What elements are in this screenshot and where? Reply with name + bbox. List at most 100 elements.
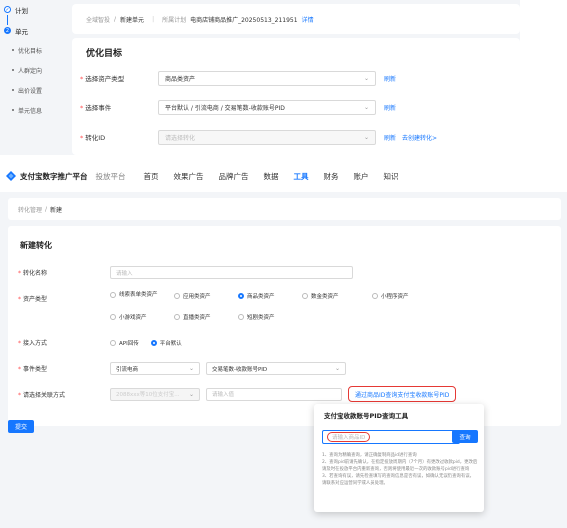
- crumb-all-domain[interactable]: 全域智投: [86, 15, 110, 24]
- substep-list: 优化目标 人群定向 出价设置 单元信息: [4, 40, 64, 120]
- substep-optimization[interactable]: 优化目标: [4, 40, 64, 60]
- substep-bidding[interactable]: 出价设置: [4, 80, 64, 100]
- nav-performance-ads[interactable]: 效果广告: [174, 171, 204, 182]
- conversion-id-label: * 转化ID: [80, 134, 106, 142]
- top-nav: 支付宝数字推广平台 投放平台 首页 效果广告 品牌广告 数据 工具 财务 账户 …: [0, 160, 567, 192]
- nav-knowledge[interactable]: 知识: [384, 171, 399, 182]
- note-1: 1、查询为精确查询，请正确复制商品id进行查询: [322, 453, 417, 458]
- radio-circle: [110, 339, 116, 346]
- conversion-id-row: * 转化ID 请选择转化 ⌄ 刷新 去创建转化>: [80, 129, 437, 145]
- conversion-id-select[interactable]: 请选择转化 ⌄: [158, 129, 376, 145]
- related-value-input[interactable]: 请输入值: [206, 387, 342, 401]
- query-button[interactable]: 查询: [452, 430, 478, 443]
- event-metric-select[interactable]: 交易笔数-收款账号PID ⌄: [206, 362, 346, 375]
- radio-circle: [238, 293, 244, 299]
- radio-api[interactable]: API回传: [110, 339, 139, 347]
- radio-circle: [238, 314, 244, 320]
- radio-lead-form[interactable]: 线索表单类资产: [110, 292, 162, 299]
- radio-circle: [110, 314, 116, 320]
- event-row: * 选择事件 平台默认 / 引流电商 / 交易笔数-收款账号PID ⌄ 刷新: [80, 99, 396, 115]
- radio-live[interactable]: 直播类资产: [174, 313, 226, 321]
- breadcrumb: 转化管理 / 新建: [8, 198, 561, 220]
- plan-info-bar: 全域智投 / 新建单元 | 所属计划 电商店铺商品推广_20250513_211…: [72, 4, 520, 34]
- event-select[interactable]: 平台默认 / 引流电商 / 交易笔数-收款账号PID ⌄: [158, 99, 376, 115]
- related-method-select[interactable]: 2088xxx等10位支付宝... ⌄: [110, 387, 200, 401]
- query-pid-link[interactable]: 通过商品ID查询支付宝收款账号PID: [348, 386, 457, 402]
- conversion-name-input[interactable]: 请输入: [110, 266, 353, 279]
- radio-circle: [174, 293, 180, 299]
- chevron-down-icon: ⌄: [363, 74, 369, 82]
- refresh-link[interactable]: 刷新: [384, 103, 396, 112]
- submit-button[interactable]: 提交: [8, 420, 34, 433]
- plan-label: 所属计划: [162, 16, 187, 24]
- form-title: 新建转化: [20, 241, 52, 250]
- radio-short-drama[interactable]: 短剧类资产: [238, 313, 275, 321]
- chevron-down-icon: ⌄: [334, 365, 340, 372]
- step-unit[interactable]: 2 单元: [4, 25, 64, 36]
- pid-query-popover: 支付宝收款账号PID查询工具 请输入商品ID 查询 1、查询为精确查询，请正确复…: [314, 404, 484, 512]
- nav-home[interactable]: 首页: [144, 171, 159, 182]
- substep-label: 人群定向: [18, 67, 43, 75]
- asset-type-select[interactable]: 商品类资产 ⌄: [158, 70, 376, 86]
- crumb-new-unit: 新建单元: [120, 16, 145, 24]
- nav-finance[interactable]: 财务: [324, 171, 339, 182]
- breadcrumb-separator: /: [45, 205, 48, 213]
- crumb-separator: /: [114, 15, 117, 23]
- asset-type-radio-group: 线索表单类资产 应用类资产 商品类资产 数金类资产 小程序资产 小游戏资产 直播…: [110, 292, 440, 321]
- breadcrumb-current: 新建: [50, 206, 63, 214]
- event-type-label: * 事件类型: [18, 366, 48, 373]
- radio-mini-program[interactable]: 小程序资产: [372, 292, 409, 300]
- bullet-icon: [12, 69, 14, 71]
- optimization-card: 优化目标 * 选择资产类型 商品类资产 ⌄ 刷新 * 选择事件 平台默认 / 引流电商…: [72, 38, 520, 155]
- nav-data[interactable]: 数据: [264, 171, 279, 182]
- step-plan[interactable]: ✓ 计划: [4, 4, 64, 15]
- new-conversion-form: 新建转化 * 转化名称 请输入 * 资产类型 线索表单类资产 应用类资产 商品类资产…: [8, 226, 561, 426]
- product-id-input[interactable]: 请输入商品ID: [322, 430, 460, 444]
- chevron-down-icon: ⌄: [188, 390, 194, 398]
- name-row: * 转化名称 请输入: [18, 266, 353, 279]
- refresh-link[interactable]: 刷新: [384, 133, 396, 142]
- plan-name: 电商店铺商品推广_20250513_211951: [190, 16, 298, 24]
- asset-type-row: * 选择资产类型 商品类资产 ⌄ 刷新: [80, 70, 396, 86]
- bullet-icon: [12, 89, 14, 91]
- substep-unit-info[interactable]: 单元信息: [4, 100, 64, 120]
- breadcrumb-parent[interactable]: 转化管理: [18, 205, 42, 214]
- chevron-down-icon: ⌄: [188, 365, 194, 372]
- nav-tools[interactable]: 工具: [294, 171, 309, 182]
- step-number: 2: [4, 27, 11, 34]
- radio-finance[interactable]: 数金类资产: [302, 292, 360, 300]
- alipay-logo-icon: [6, 171, 16, 181]
- access-label: * 接入方式: [18, 340, 48, 347]
- step-plan-label: 计划: [15, 6, 28, 15]
- ad-editor-panel: ✓ 计划 2 单元 优化目标 人群定向 出价设置 单元信息 全域智投 / 新建单…: [0, 0, 520, 155]
- radio-platform-default[interactable]: 平台默认: [150, 339, 182, 347]
- radio-mini-game[interactable]: 小游戏资产: [110, 313, 162, 321]
- nav-brand-ads[interactable]: 品牌广告: [219, 171, 249, 182]
- create-conversion-link[interactable]: 去创建转化>: [402, 133, 437, 142]
- bullet-icon: [12, 109, 14, 111]
- plan-detail-link[interactable]: 详情: [302, 15, 314, 24]
- related-row: * 请选择关联方式 2088xxx等10位支付宝... ⌄ 请输入值 通过商品ID查…: [18, 386, 457, 402]
- refresh-link[interactable]: 刷新: [384, 74, 396, 83]
- access-row: * 接入方式 API回传 平台默认: [18, 338, 194, 347]
- radio-circle: [302, 293, 308, 299]
- event-category-select[interactable]: 引流电商 ⌄: [110, 362, 200, 375]
- radio-product[interactable]: 商品类资产: [238, 292, 290, 300]
- radio-app[interactable]: 应用类资产: [174, 292, 226, 300]
- event-label: * 选择事件: [80, 104, 112, 112]
- brand-name: 支付宝数字推广平台: [20, 171, 88, 181]
- radio-circle: [150, 339, 157, 346]
- name-label: * 转化名称: [18, 270, 48, 277]
- nav-account[interactable]: 账户: [354, 171, 369, 182]
- brand-logo[interactable]: 支付宝数字推广平台: [6, 171, 88, 182]
- chevron-down-icon: ⌄: [363, 133, 369, 141]
- check-icon: ✓: [4, 6, 11, 13]
- asset-type-row: * 资产类型 线索表单类资产 应用类资产 商品类资产 数金类资产 小程序资产 小游…: [18, 292, 440, 321]
- optimization-title: 优化目标: [86, 49, 123, 59]
- radio-circle: [110, 292, 116, 298]
- substep-audience[interactable]: 人群定向: [4, 60, 64, 80]
- substep-label: 出价设置: [18, 87, 43, 95]
- step-connector: [7, 15, 8, 25]
- step-navigator: ✓ 计划 2 单元 优化目标 人群定向 出价设置 单元信息: [4, 4, 64, 120]
- asset-type-label: * 资产类型: [18, 296, 48, 303]
